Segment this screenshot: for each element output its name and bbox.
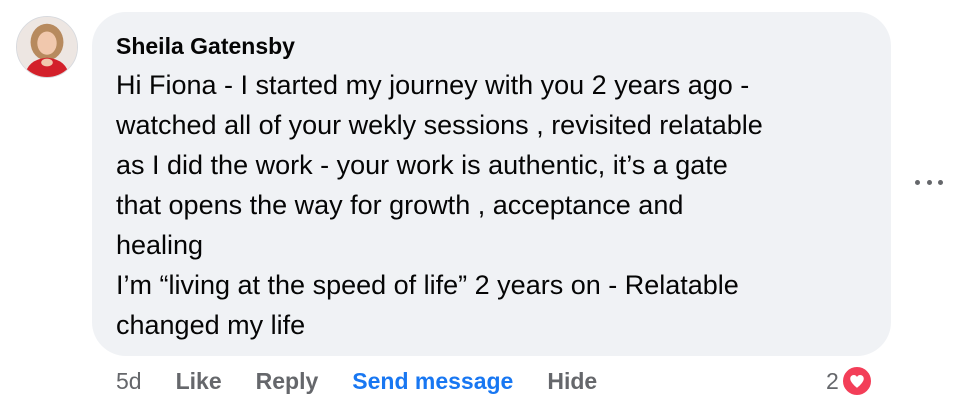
comment-text-line: I’m “living at the speed of life” 2 year…: [116, 270, 739, 300]
heart-icon: [840, 365, 873, 397]
comment-text-line: as I did the work - your work is authent…: [116, 150, 728, 180]
comment-text-line: watched all of your wekly sessions , rev…: [116, 110, 763, 140]
comment-text-line: Hi Fiona - I started my journey with you…: [116, 70, 750, 100]
more-options-icon[interactable]: [915, 172, 943, 192]
reaction-summary[interactable]: 2: [826, 364, 873, 398]
comment-timestamp[interactable]: 5d: [116, 368, 142, 395]
send-message-button[interactable]: Send message: [352, 368, 513, 395]
comment-text-line: healing: [116, 230, 204, 260]
profile-photo: [17, 17, 77, 77]
reply-button[interactable]: Reply: [256, 368, 319, 395]
comment-text: Hi Fiona - I started my journey with you…: [116, 65, 867, 345]
comment-bubble: Sheila Gatensby Hi Fiona - I started my …: [92, 12, 891, 356]
dot: [915, 179, 920, 185]
dot: [926, 179, 932, 185]
comment-author[interactable]: Sheila Gatensby: [116, 32, 295, 60]
reaction-count: 2: [826, 367, 839, 394]
dot: [938, 179, 943, 185]
like-button[interactable]: Like: [176, 368, 222, 395]
avatar[interactable]: [16, 16, 78, 78]
comment-actions: 5d Like Reply Send message Hide: [116, 365, 631, 397]
comment-text-line: that opens the way for growth , acceptan…: [116, 190, 684, 220]
comment-thread: Sheila Gatensby Hi Fiona - I started my …: [0, 0, 956, 400]
comment-text-line: changed my life: [116, 310, 306, 340]
hide-button[interactable]: Hide: [547, 368, 597, 395]
